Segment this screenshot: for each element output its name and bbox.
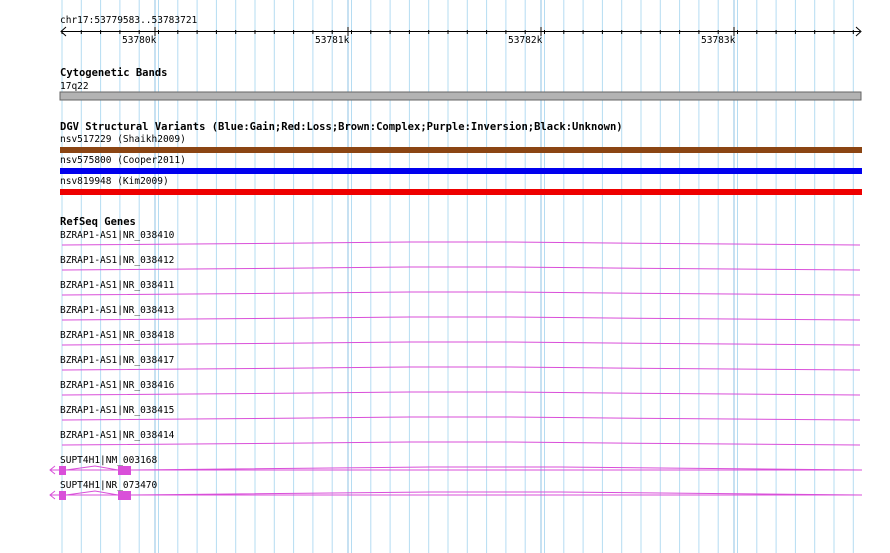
gene-intron <box>65 465 119 471</box>
gene-intron <box>65 490 119 496</box>
gene-model <box>61 366 861 371</box>
gene-model <box>61 241 861 246</box>
gene-model <box>61 441 861 446</box>
gene-model <box>61 391 861 396</box>
track-features <box>49 91 863 500</box>
gene-model <box>61 341 861 346</box>
dgv-variant-bar <box>60 147 862 153</box>
gene-model <box>61 266 861 271</box>
dgv-variant-bar <box>60 168 862 174</box>
gene-exon <box>118 491 131 500</box>
cytoband-bar <box>59 91 862 101</box>
gene-exon <box>118 466 131 475</box>
gene-model <box>61 291 861 296</box>
gene-model <box>61 416 861 421</box>
gene-model <box>61 316 861 321</box>
gene-exon <box>59 466 66 475</box>
gene-exon <box>59 491 66 500</box>
dgv-variant-bar <box>60 189 862 195</box>
